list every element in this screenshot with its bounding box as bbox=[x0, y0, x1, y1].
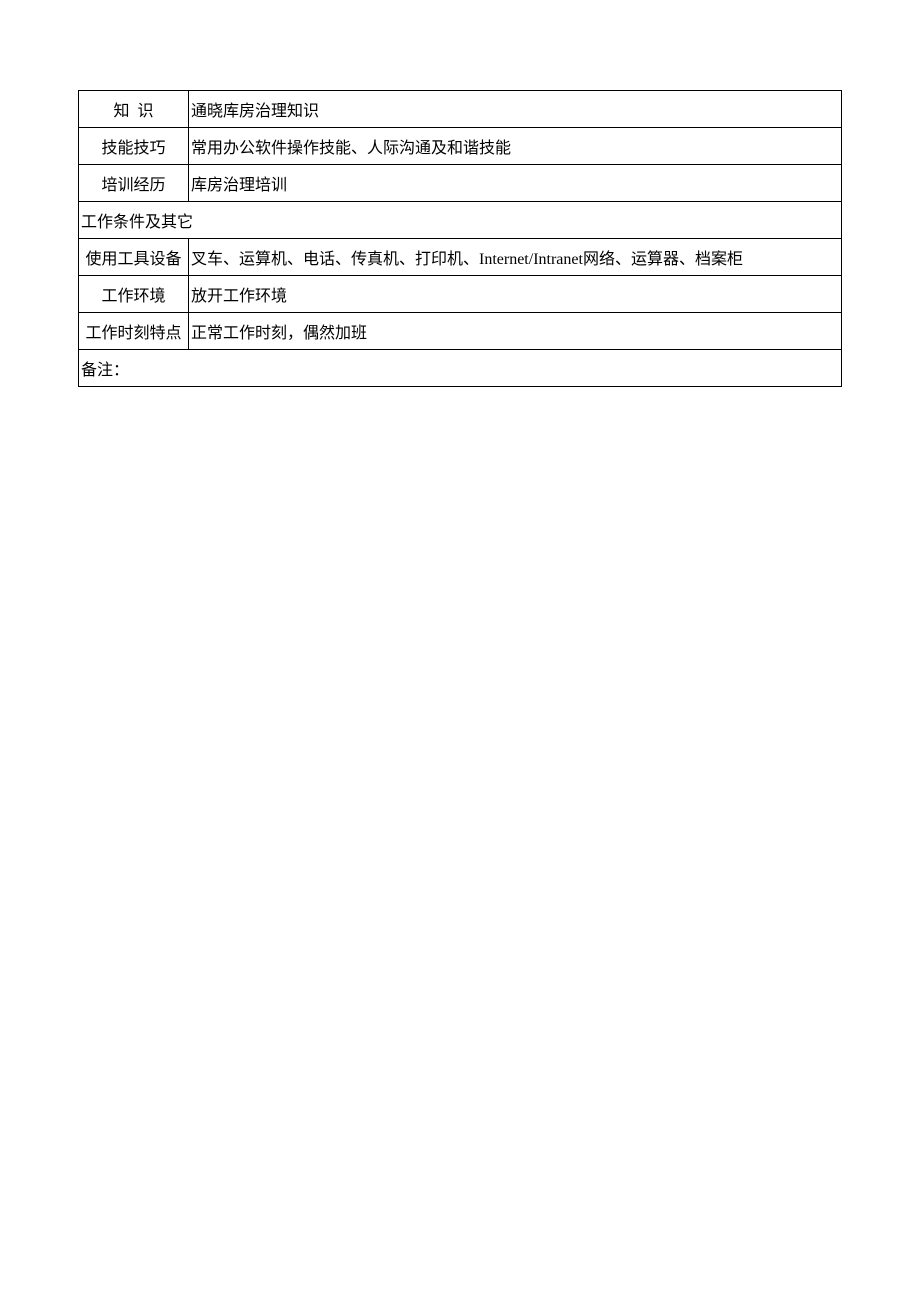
skills-value: 常用办公软件操作技能、人际沟通及和谐技能 bbox=[189, 128, 842, 165]
table-row: 知识 通晓库房治理知识 bbox=[79, 91, 842, 128]
table-row: 培训经历 库房治理培训 bbox=[79, 165, 842, 202]
table-row: 工作时刻特点 正常工作时刻，偶然加班 bbox=[79, 313, 842, 350]
skills-label: 技能技巧 bbox=[79, 128, 189, 165]
table-row: 工作环境 放开工作环境 bbox=[79, 276, 842, 313]
training-value: 库房治理培训 bbox=[189, 165, 842, 202]
training-label: 培训经历 bbox=[79, 165, 189, 202]
table-row: 工作条件及其它 bbox=[79, 202, 842, 239]
table-row: 技能技巧 常用办公软件操作技能、人际沟通及和谐技能 bbox=[79, 128, 842, 165]
table-row: 备注： bbox=[79, 350, 842, 387]
job-description-table: 知识 通晓库房治理知识 技能技巧 常用办公软件操作技能、人际沟通及和谐技能 培训… bbox=[78, 90, 842, 387]
schedule-label: 工作时刻特点 bbox=[79, 313, 189, 350]
knowledge-value: 通晓库房治理知识 bbox=[189, 91, 842, 128]
environment-value: 放开工作环境 bbox=[189, 276, 842, 313]
remarks-label: 备注： bbox=[79, 350, 842, 387]
tools-value: 叉车、运算机、电话、传真机、打印机、Internet/Intranet网络、运算… bbox=[189, 239, 842, 276]
table-row: 使用工具设备 叉车、运算机、电话、传真机、打印机、Internet/Intran… bbox=[79, 239, 842, 276]
schedule-value: 正常工作时刻，偶然加班 bbox=[189, 313, 842, 350]
environment-label: 工作环境 bbox=[79, 276, 189, 313]
work-conditions-header: 工作条件及其它 bbox=[79, 202, 842, 239]
knowledge-label: 知识 bbox=[79, 91, 189, 128]
tools-label: 使用工具设备 bbox=[79, 239, 189, 276]
